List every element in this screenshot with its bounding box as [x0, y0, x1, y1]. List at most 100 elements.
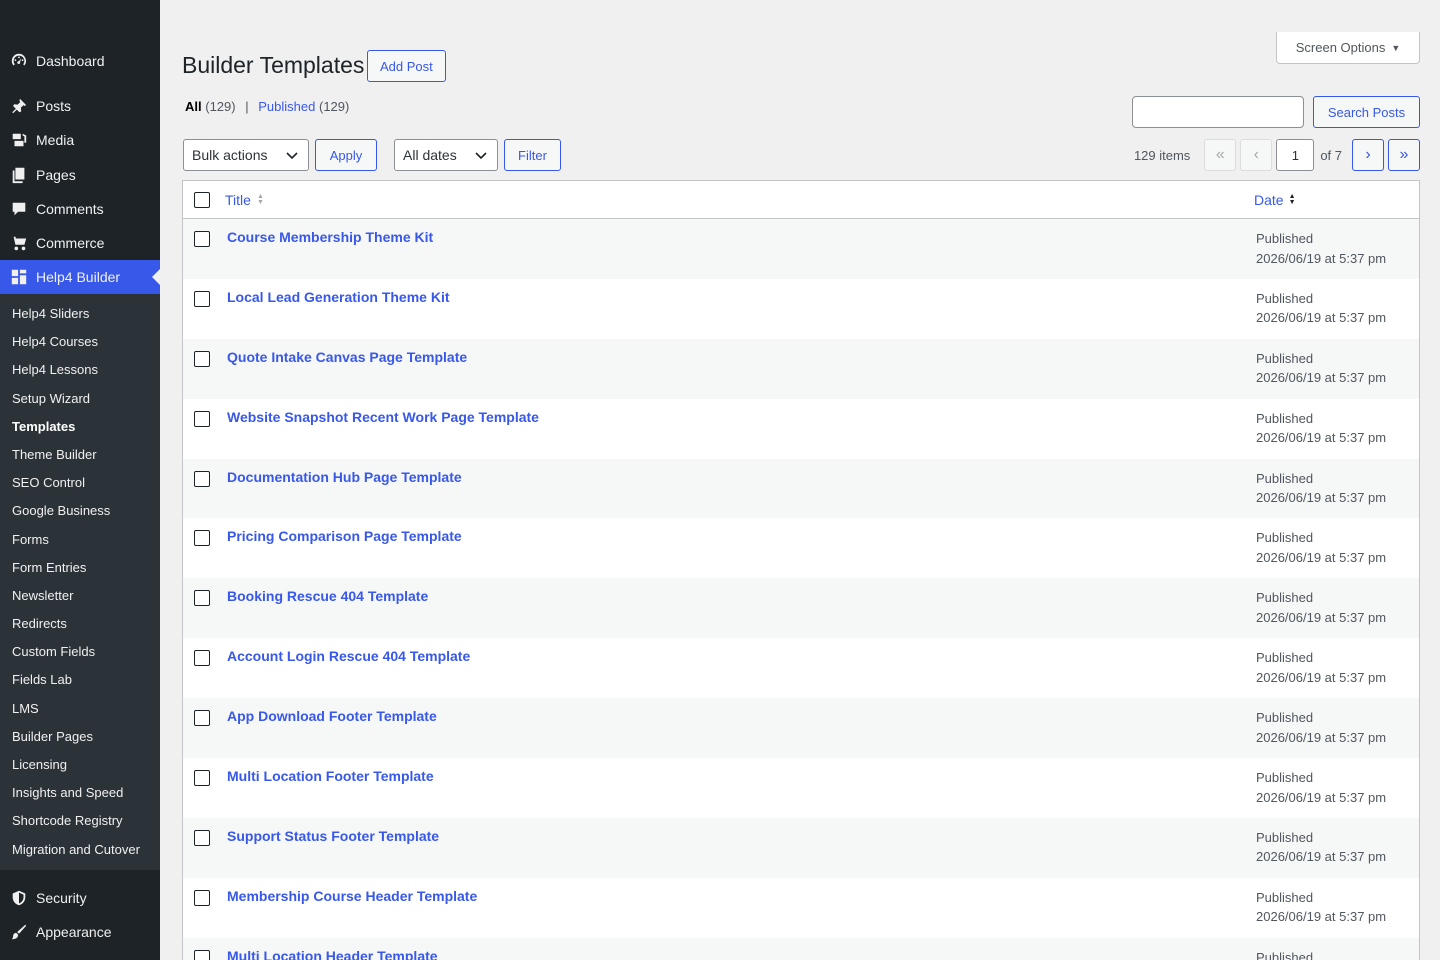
post-title-link[interactable]: Documentation Hub Page Template — [227, 469, 462, 485]
submenu-item[interactable]: Redirects — [0, 610, 160, 638]
apply-button[interactable]: Apply — [315, 139, 377, 171]
menu-label: Appearance — [36, 924, 112, 940]
view-all-link[interactable]: All — [185, 99, 202, 114]
screen-options-button[interactable]: Screen Options ▼ — [1276, 32, 1420, 64]
submenu-item[interactable]: Theme Builder — [0, 441, 160, 469]
menu-comments[interactable]: Comments — [0, 192, 160, 226]
post-date: 2026/06/19 at 5:37 pm — [1256, 909, 1387, 925]
table-row: Course Membership Theme Kit Published 2026… — [183, 219, 1419, 279]
bulk-actions-select[interactable]: Bulk actions — [183, 139, 309, 171]
select-all-checkbox[interactable] — [194, 191, 210, 208]
post-title-link[interactable]: Account Login Rescue 404 Template — [227, 648, 470, 664]
post-title-link[interactable]: Local Lead Generation Theme Kit — [227, 289, 450, 305]
cart-icon — [9, 233, 29, 253]
table-row: Quote Intake Canvas Page Template Publish… — [183, 338, 1419, 399]
post-title-link[interactable]: Multi Location Footer Template — [227, 768, 434, 784]
submenu-item[interactable]: Builder Pages — [0, 723, 160, 751]
post-status: Published — [1256, 590, 1314, 606]
view-published-link[interactable]: Published — [258, 99, 315, 114]
table-header: Title ▲ ▼ Date ▲ ▼ — [183, 181, 1419, 219]
date-column-header[interactable]: Date ▲ ▼ — [1254, 192, 1296, 208]
row-checkbox[interactable] — [194, 710, 210, 727]
menu-label: Pages — [36, 167, 76, 183]
row-checkbox[interactable] — [194, 290, 210, 307]
post-date-cell: Published 2026/06/19 at 5:37 pm — [1256, 888, 1386, 927]
submenu-item[interactable]: Migration and Cutover — [0, 836, 160, 864]
row-checkbox[interactable] — [194, 949, 210, 960]
post-date-cell: Published 2026/06/19 at 5:37 pm — [1256, 229, 1386, 268]
total-pages: of 7 — [1320, 147, 1342, 163]
date-header-label: Date — [1254, 191, 1284, 208]
submenu-item[interactable]: Help4 Sliders — [0, 300, 160, 328]
submenu-item-templates[interactable]: Templates — [0, 413, 160, 441]
post-title-link[interactable]: Website Snapshot Recent Work Page Templa… — [227, 409, 539, 425]
row-checkbox[interactable] — [194, 590, 210, 607]
menu-media[interactable]: Media — [0, 123, 160, 157]
row-checkbox[interactable] — [194, 231, 210, 247]
submenu-item[interactable]: Help4 Courses — [0, 328, 160, 356]
search-posts-button[interactable]: Search Posts — [1313, 96, 1420, 128]
submenu-item[interactable]: Newsletter — [0, 582, 160, 610]
admin-sidebar: Dashboard Posts Media Pages Comments Com… — [0, 0, 160, 960]
search-input[interactable] — [1132, 96, 1304, 128]
post-title-link[interactable]: Booking Rescue 404 Template — [227, 588, 428, 604]
row-checkbox[interactable] — [194, 770, 210, 787]
chevron-down-icon — [286, 152, 298, 160]
submenu-item[interactable]: Insights and Speed — [0, 779, 160, 807]
row-checkbox[interactable] — [194, 470, 210, 487]
post-date: 2026/06/19 at 5:37 pm — [1256, 310, 1387, 326]
post-date-cell: Published — [1256, 948, 1313, 960]
title-column-header[interactable]: Title ▲ ▼ — [225, 192, 264, 208]
post-title-link[interactable]: Pricing Comparison Page Template — [227, 528, 462, 544]
menu-security[interactable]: Security — [0, 881, 160, 915]
post-date-cell: Published 2026/06/19 at 5:37 pm — [1256, 588, 1386, 627]
menu-posts[interactable]: Posts — [0, 89, 160, 123]
post-date-cell: Published 2026/06/19 at 5:37 pm — [1256, 648, 1386, 687]
submenu-item[interactable]: Licensing — [0, 751, 160, 779]
post-title-link[interactable]: Membership Course Header Template — [227, 888, 477, 904]
submenu-item[interactable]: Shortcode Registry — [0, 807, 160, 835]
submenu-item[interactable]: Setup Wizard — [0, 385, 160, 413]
filter-button[interactable]: Filter — [504, 139, 561, 171]
table-row: Support Status Footer Template Published 2… — [183, 817, 1419, 878]
row-checkbox[interactable] — [194, 650, 210, 667]
posts-table: Title ▲ ▼ Date ▲ ▼ Course Membership Theme… — [182, 180, 1420, 960]
menu-pages[interactable]: Pages — [0, 158, 160, 192]
post-title-link[interactable]: Support Status Footer Template — [227, 828, 439, 844]
row-checkbox[interactable] — [194, 410, 210, 427]
add-post-button[interactable]: Add Post — [367, 50, 446, 82]
post-title-link[interactable]: Multi Location Header Template — [227, 948, 438, 960]
table-row: Local Lead Generation Theme Kit Published… — [183, 279, 1419, 339]
current-page-input[interactable]: 1 — [1276, 139, 1315, 171]
menu-appearance[interactable]: Appearance — [0, 915, 160, 949]
post-title-link[interactable]: Course Membership Theme Kit — [227, 229, 433, 245]
menu-label: Help4 Builder — [36, 269, 121, 285]
submenu-item[interactable]: Google Business — [0, 497, 160, 525]
table-row: Documentation Hub Page Template Published… — [183, 458, 1419, 519]
menu-dashboard[interactable]: Dashboard — [0, 44, 160, 78]
row-checkbox[interactable] — [194, 350, 210, 367]
post-title-link[interactable]: Quote Intake Canvas Page Template — [227, 349, 467, 365]
last-page-button[interactable]: » — [1388, 139, 1420, 171]
caret-down-icon: ▼ — [1391, 42, 1401, 53]
menu-label: Commerce — [36, 235, 105, 251]
post-title-link[interactable]: App Download Footer Template — [227, 708, 437, 724]
submenu-item[interactable]: Form Entries — [0, 554, 160, 582]
submenu-item[interactable]: Custom Fields — [0, 638, 160, 666]
submenu-item[interactable]: Fields Lab — [0, 666, 160, 694]
submenu-item[interactable]: SEO Control — [0, 469, 160, 497]
view-published-count: (129) — [318, 99, 350, 114]
shield-icon — [9, 888, 29, 908]
post-date: 2026/06/19 at 5:37 pm — [1256, 729, 1387, 745]
submenu-item[interactable]: LMS — [0, 695, 160, 723]
row-checkbox[interactable] — [194, 530, 210, 547]
menu-commerce[interactable]: Commerce — [0, 226, 160, 260]
submenu-item[interactable]: Help4 Lessons — [0, 356, 160, 384]
next-page-button[interactable]: › — [1352, 139, 1384, 171]
submenu-item[interactable]: Forms — [0, 526, 160, 554]
menu-help4-builder[interactable]: Help4 Builder — [0, 260, 160, 294]
bulk-actions-value: Bulk actions — [192, 147, 268, 163]
row-checkbox[interactable] — [194, 889, 210, 906]
row-checkbox[interactable] — [194, 829, 210, 846]
dates-select[interactable]: All dates — [394, 139, 498, 171]
